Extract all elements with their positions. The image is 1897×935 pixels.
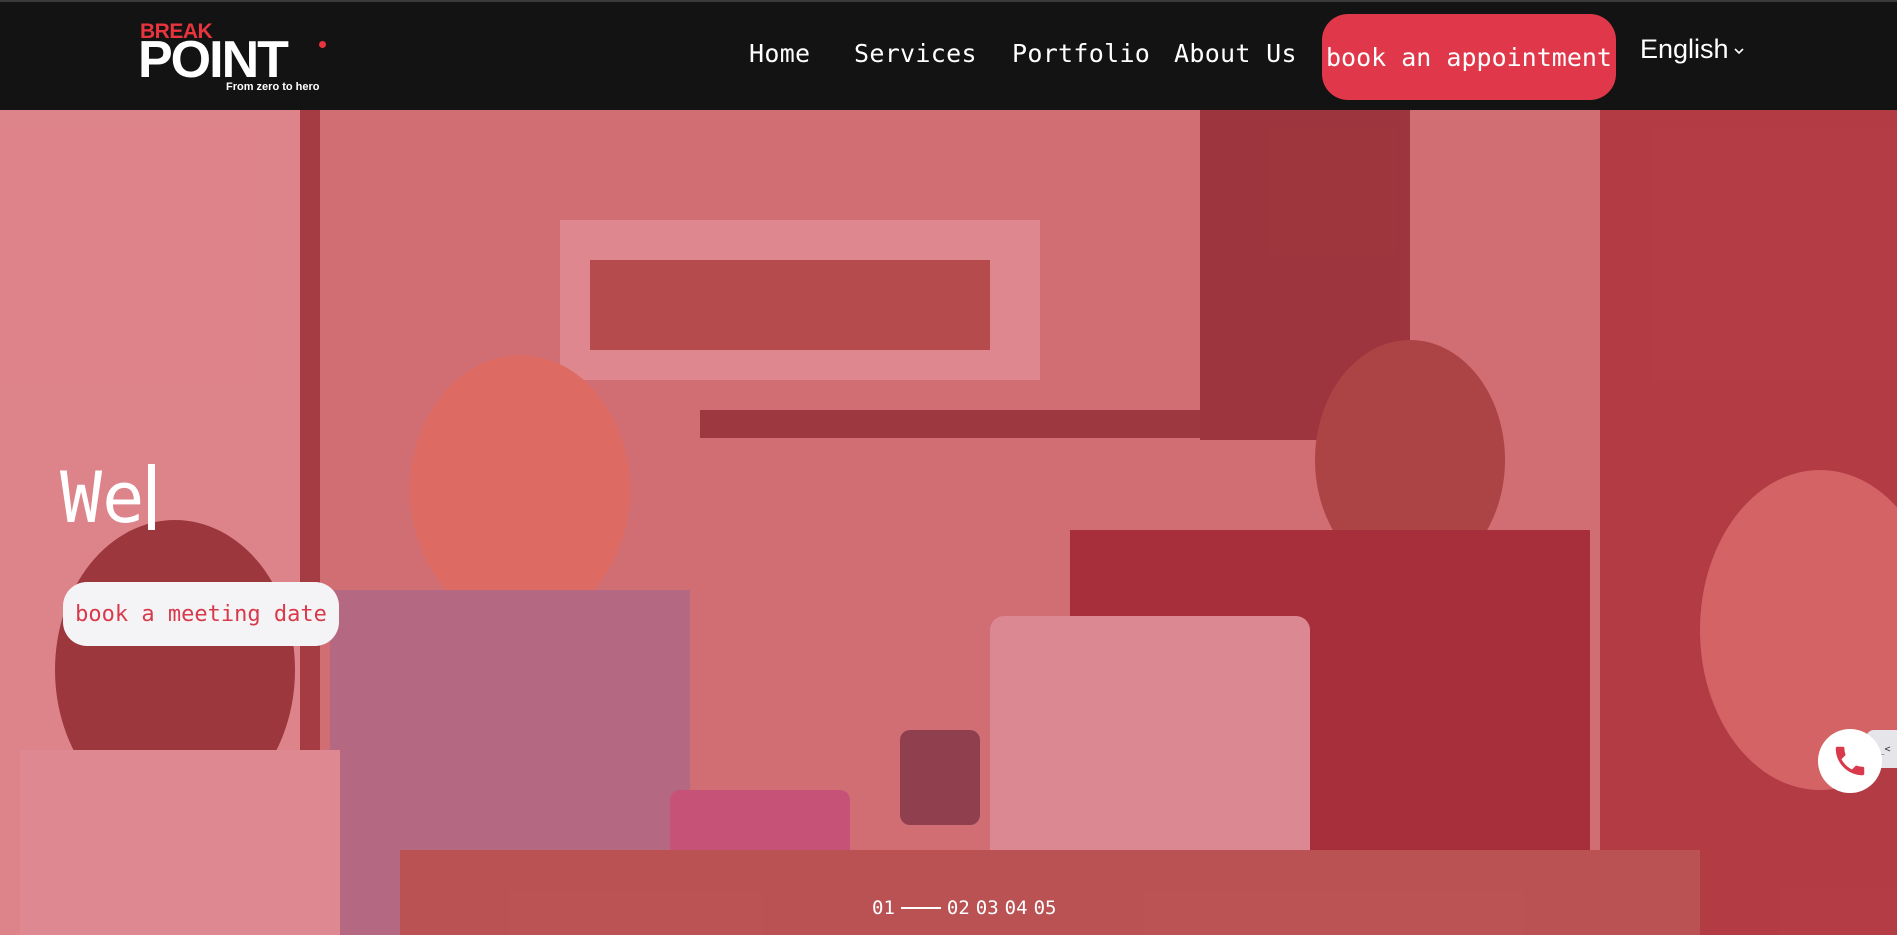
logo-text-point: POINT — [138, 31, 289, 89]
language-selector[interactable]: English — [1640, 34, 1745, 65]
nav-link-about-us[interactable]: About Us — [1174, 38, 1297, 70]
chevron-down-icon — [1733, 48, 1744, 55]
hero-slider: We book a meeting date 01 02 03 04 05 >_… — [0, 110, 1897, 935]
nav-link-portfolio[interactable]: Portfolio — [1012, 38, 1150, 70]
slide-dot-04[interactable]: 04 — [1005, 897, 1028, 919]
phone-icon — [1835, 746, 1865, 776]
slide-dot-03[interactable]: 03 — [976, 897, 999, 919]
hero-color-overlay — [0, 110, 1897, 935]
hero-heading-text: We — [60, 457, 145, 539]
top-navbar: BREAK POINT From zero to hero Home Servi… — [0, 0, 1897, 110]
slide-dot-02[interactable]: 02 — [947, 897, 970, 919]
slide-dot-05[interactable]: 05 — [1034, 897, 1057, 919]
book-meeting-button[interactable]: book a meeting date — [63, 582, 339, 646]
call-button[interactable] — [1818, 729, 1882, 793]
slide-pagination: 01 02 03 04 05 — [872, 897, 1056, 919]
active-slide-indicator — [900, 907, 941, 909]
nav-link-home[interactable]: Home — [749, 38, 810, 70]
logo-registered-mark — [319, 41, 326, 48]
language-label: English — [1640, 34, 1729, 64]
logo-tagline: From zero to hero — [226, 81, 320, 93]
slide-dot-01[interactable]: 01 — [872, 897, 895, 919]
book-appointment-button[interactable]: book an appointment — [1322, 14, 1616, 100]
hero-heading: We — [60, 457, 156, 539]
nav-link-services[interactable]: Services — [854, 38, 977, 70]
brand-logo[interactable]: BREAK POINT From zero to hero — [138, 20, 328, 96]
typing-caret — [148, 464, 156, 530]
